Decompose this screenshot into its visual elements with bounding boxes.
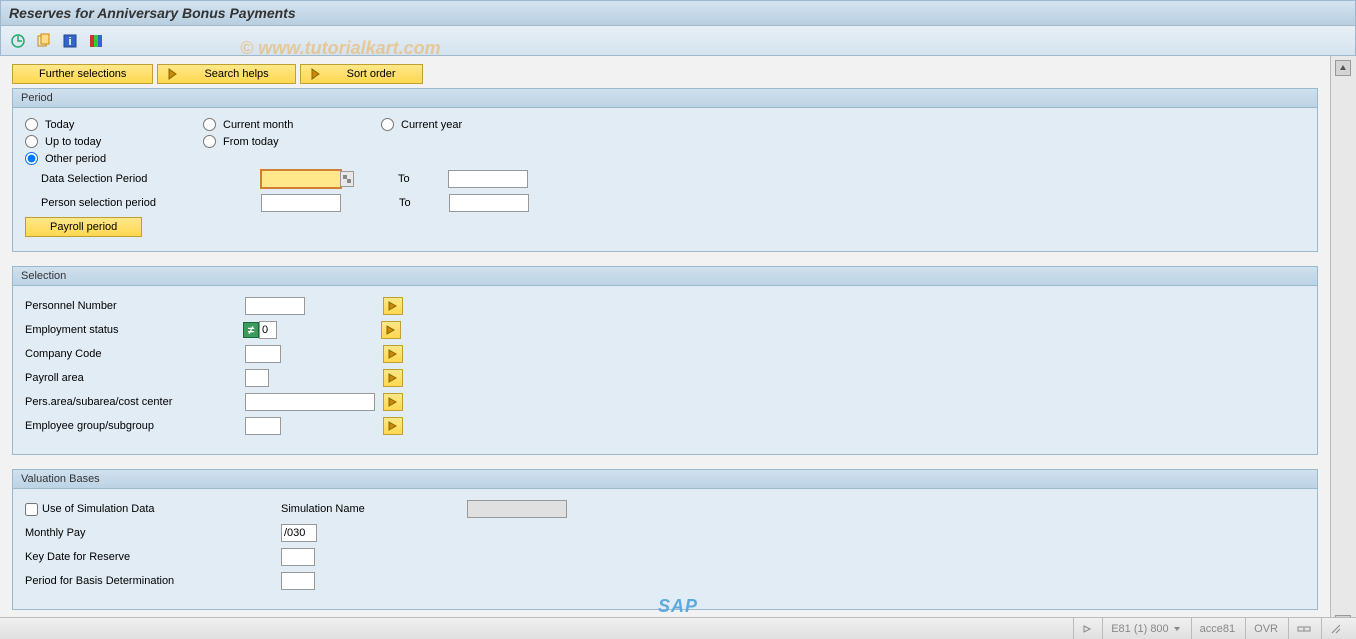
employment-status-multi-button[interactable] (381, 321, 401, 339)
dropdown-icon (1173, 625, 1181, 633)
vertical-scrollbar[interactable] (1330, 56, 1356, 635)
simulation-name-input (467, 500, 567, 518)
radio-today[interactable]: Today (25, 118, 195, 131)
radio-other-period-label: Other period (45, 153, 106, 165)
pers-area-label: Pers.area/subarea/cost center (25, 396, 245, 408)
radio-current-year[interactable]: Current year (381, 118, 551, 131)
company-code-multi-button[interactable] (383, 345, 403, 363)
person-sel-to-input[interactable] (449, 194, 529, 212)
radio-current-month-label: Current month (223, 119, 293, 131)
monthly-pay-label: Monthly Pay (25, 527, 281, 539)
period-group-title: Period (13, 89, 1317, 108)
title-bar: Reserves for Anniversary Bonus Payments (0, 0, 1356, 26)
company-code-input[interactable] (245, 345, 281, 363)
radio-current-month[interactable]: Current month (203, 118, 373, 131)
selection-group: Selection Personnel Number Employment st… (12, 266, 1318, 455)
personnel-number-multi-button[interactable] (383, 297, 403, 315)
valuation-bases-title: Valuation Bases (13, 470, 1317, 489)
period-basis-label: Period for Basis Determination (25, 575, 281, 587)
arrow-right-icon (309, 67, 323, 81)
status-host: acce81 (1191, 618, 1243, 639)
svg-text:i: i (68, 36, 71, 48)
selection-group-title: Selection (13, 267, 1317, 286)
arrow-right-icon (387, 397, 399, 407)
person-sel-from-input[interactable] (261, 194, 341, 212)
key-date-reserve-input[interactable] (281, 548, 315, 566)
scroll-up-button[interactable] (1335, 60, 1351, 76)
execute-icon[interactable] (9, 32, 27, 50)
payroll-area-input[interactable] (245, 369, 269, 387)
personnel-number-input[interactable] (245, 297, 305, 315)
data-sel-from-input[interactable] (261, 170, 341, 188)
person-sel-period-label: Person selection period (25, 197, 261, 209)
sort-order-button[interactable]: Sort order (300, 64, 423, 84)
status-system[interactable]: E81 (1) 800 (1102, 618, 1188, 639)
arrow-right-icon (166, 67, 180, 81)
company-code-label: Company Code (25, 348, 245, 360)
to-label-2: To (399, 197, 449, 209)
employment-status-label: Employment status (25, 324, 245, 336)
valuation-bases-group: Valuation Bases Use of Simulation Data S… (12, 469, 1318, 610)
radio-from-today-label: From today (223, 136, 279, 148)
info-icon[interactable]: i (61, 32, 79, 50)
app-toolbar: i (0, 26, 1356, 56)
payroll-period-label: Payroll period (50, 221, 117, 233)
radio-other-period[interactable]: Other period (25, 152, 195, 165)
arrow-right-icon (387, 373, 399, 383)
employee-group-input[interactable] (245, 417, 281, 435)
to-label-1: To (398, 173, 448, 185)
status-triangle-icon[interactable] (1073, 618, 1100, 639)
sap-logo: SAP (658, 596, 698, 617)
action-button-row: Further selections Search helps Sort ord… (12, 64, 1318, 84)
data-sel-period-label: Data Selection Period (25, 173, 261, 185)
arrow-right-icon (387, 301, 399, 311)
color-legend-icon[interactable] (87, 32, 105, 50)
simulation-name-label: Simulation Name (281, 503, 467, 515)
radio-today-label: Today (45, 119, 74, 131)
page-title: Reserves for Anniversary Bonus Payments (9, 5, 1347, 21)
search-helps-label: Search helps (186, 68, 286, 80)
status-resize-icon[interactable] (1321, 618, 1350, 639)
search-helps-button[interactable]: Search helps (157, 64, 295, 84)
arrow-right-icon (385, 325, 397, 335)
period-group: Period Today Current month Current year … (12, 88, 1318, 252)
radio-from-today[interactable]: From today (203, 135, 373, 148)
payroll-period-button[interactable]: Payroll period (25, 217, 142, 237)
arrow-right-icon (387, 349, 399, 359)
further-selections-label: Further selections (21, 68, 144, 80)
data-sel-to-input[interactable] (448, 170, 528, 188)
pers-area-input[interactable] (245, 393, 375, 411)
employment-status-input[interactable] (259, 321, 277, 339)
use-sim-data-checkbox[interactable]: Use of Simulation Data (25, 503, 281, 516)
status-link-icon[interactable] (1288, 618, 1319, 639)
radio-up-to-today-label: Up to today (45, 136, 101, 148)
monthly-pay-input[interactable] (281, 524, 317, 542)
use-sim-data-label: Use of Simulation Data (42, 503, 155, 515)
radio-up-to-today[interactable]: Up to today (25, 135, 195, 148)
payroll-area-multi-button[interactable] (383, 369, 403, 387)
get-variant-icon[interactable] (35, 32, 53, 50)
employee-group-label: Employee group/subgroup (25, 420, 245, 432)
further-selections-button[interactable]: Further selections (12, 64, 153, 84)
key-date-reserve-label: Key Date for Reserve (25, 551, 281, 563)
personnel-number-label: Personnel Number (25, 300, 245, 312)
sort-order-label: Sort order (329, 68, 414, 80)
employee-group-multi-button[interactable] (383, 417, 403, 435)
status-system-label: E81 (1) 800 (1111, 623, 1168, 635)
f4-help-icon[interactable] (340, 171, 354, 187)
period-basis-input[interactable] (281, 572, 315, 590)
pers-area-multi-button[interactable] (383, 393, 403, 411)
status-bar: E81 (1) 800 acce81 OVR (0, 617, 1356, 639)
status-mode: OVR (1245, 618, 1286, 639)
radio-current-year-label: Current year (401, 119, 462, 131)
payroll-area-label: Payroll area (25, 372, 245, 384)
not-equal-icon[interactable]: ≠ (243, 322, 259, 338)
arrow-right-icon (387, 421, 399, 431)
